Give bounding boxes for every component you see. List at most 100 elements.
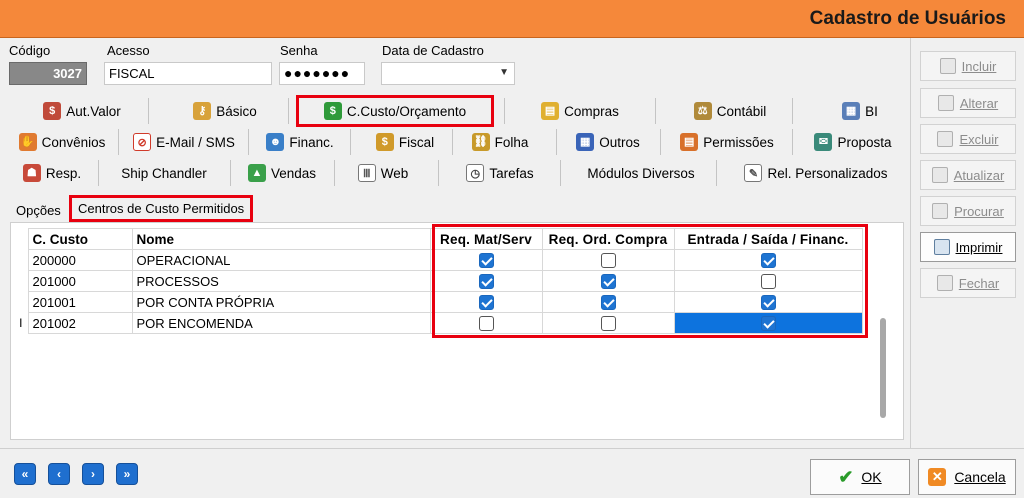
tab-label: Web (380, 165, 409, 181)
header-nome[interactable]: Nome (131, 228, 431, 250)
tab-separator (792, 129, 793, 155)
fechar-button[interactable]: Fechar (920, 268, 1016, 298)
handshake-icon: ✋ (18, 133, 37, 151)
senha-label: Senha (280, 43, 318, 58)
incluir-button[interactable]: Incluir (920, 51, 1016, 81)
excluir-button[interactable]: Excluir (920, 124, 1016, 154)
alterar-button[interactable]: Alterar (920, 88, 1016, 118)
header-ccusto[interactable]: C. Custo (27, 228, 133, 250)
tab-rel-personalizados[interactable]: ✎ Rel. Personalizados (738, 159, 894, 187)
cancel-icon: ✕ (928, 468, 947, 486)
tab-label: Módulos Diversos (587, 165, 695, 181)
atualizar-button[interactable]: Atualizar (920, 160, 1016, 190)
report-icon: ✎ (744, 164, 763, 182)
tab-proposta[interactable]: ✉ Proposta (808, 128, 898, 156)
tab-label: Resp. (45, 165, 82, 181)
delete-icon (937, 131, 954, 147)
codigo-label: Código (9, 43, 51, 58)
ok-label: OK (861, 469, 882, 485)
procurar-label: Procurar (954, 203, 1004, 219)
tab-separator (660, 129, 661, 155)
cell-ccusto: 201002 (27, 312, 133, 334)
tab-aut-valor[interactable]: $ Aut.Valor (22, 97, 142, 125)
grid-icon: ▦ (576, 133, 595, 151)
close-folder-icon (936, 275, 953, 291)
last-record-icon[interactable]: » (116, 463, 138, 485)
next-record-icon[interactable]: › (82, 463, 104, 485)
tab-separator (148, 98, 149, 124)
tab-financ[interactable]: ☻ Financ. (260, 128, 340, 156)
subtab-opcoes[interactable]: Opções (16, 203, 61, 218)
tab-folha[interactable]: ⛓ Folha (462, 128, 538, 156)
tab-label: Outros (599, 134, 640, 150)
sales-icon: ▲ (247, 164, 266, 182)
tab-resp[interactable]: ☗ Resp. (14, 159, 90, 187)
binoculars-icon (932, 203, 949, 219)
tab-label: Compras (564, 103, 619, 119)
tab-convenios[interactable]: ✋ Convênios (14, 128, 110, 156)
key-icon: ⚷ (193, 102, 212, 120)
fechar-label: Fechar (958, 275, 1000, 291)
clock-icon: ◷ (466, 164, 485, 182)
tab-permissoes[interactable]: ▤ Permissões (674, 128, 780, 156)
tab-ship-chandler[interactable]: Ship Chandler (110, 159, 218, 187)
excluir-label: Excluir (959, 131, 999, 147)
cell-ccusto: 201001 (27, 291, 133, 313)
tab-modulos-diversos[interactable]: Módulos Diversos (576, 159, 706, 187)
tab-label: Rel. Personalizados (767, 165, 888, 181)
senha-field[interactable]: ●●●●●●● (279, 62, 365, 85)
tab-vendas[interactable]: ▲ Vendas (240, 159, 324, 187)
tab-bi[interactable]: ▦ BI (830, 97, 890, 125)
coins-icon: $ (375, 133, 394, 151)
tab-basico[interactable]: ⚷ Básico (170, 97, 280, 125)
acesso-label: Acesso (107, 43, 150, 58)
procurar-button[interactable]: Procurar (920, 196, 1016, 226)
people-money-icon: ☻ (266, 133, 285, 151)
tab-compras[interactable]: ▤ Compras (530, 97, 630, 125)
row-indicator (14, 292, 28, 313)
cancel-button[interactable]: ✕ Cancela (918, 459, 1016, 495)
tab-contabil[interactable]: ⚖ Contábil (680, 97, 780, 125)
tab-web[interactable]: Ⅲ Web (350, 159, 416, 187)
cell-nome: PROCESSOS (131, 270, 431, 292)
tab-tarefas[interactable]: ◷ Tarefas (458, 159, 542, 187)
printer-icon (933, 239, 950, 255)
highlight-box-subtab (69, 195, 253, 222)
codigo-field[interactable]: 3027 (9, 62, 87, 85)
tab-label: Vendas (270, 165, 317, 181)
new-document-icon (939, 58, 956, 74)
tab-separator (248, 129, 249, 155)
building-icon: Ⅲ (357, 164, 376, 182)
incluir-label: Incluir (961, 58, 997, 74)
email-icon: ⊘ (133, 133, 152, 151)
window-title: Cadastro de Usuários (809, 8, 1006, 29)
tab-separator (230, 160, 231, 186)
tab-separator (716, 160, 717, 186)
tab-label: Contábil (716, 103, 767, 119)
tab-separator (438, 160, 439, 186)
acesso-field[interactable]: FISCAL (104, 62, 272, 85)
tab-label: Financ. (289, 134, 334, 150)
cell-nome: POR ENCOMENDA (131, 312, 431, 334)
data-cadastro-select[interactable]: ▼ (381, 62, 515, 85)
row-indicator-header (14, 229, 28, 250)
proposal-icon: ✉ (814, 133, 833, 151)
first-record-icon[interactable]: « (14, 463, 36, 485)
text-cursor-icon: I (19, 316, 23, 330)
row-indicator (14, 271, 28, 292)
previous-record-icon[interactable]: ‹ (48, 463, 70, 485)
tab-separator (98, 160, 99, 186)
imprimir-button[interactable]: Imprimir (920, 232, 1016, 262)
vertical-scrollbar[interactable] (880, 318, 886, 418)
row-indicator (14, 250, 28, 271)
tab-label: Aut.Valor (66, 103, 121, 119)
tab-separator (655, 98, 656, 124)
tab-fiscal[interactable]: $ Fiscal (368, 128, 442, 156)
chart-icon: ▦ (842, 102, 861, 120)
cell-ccusto: 200000 (27, 249, 133, 271)
tab-email-sms[interactable]: ⊘ E-Mail / SMS (128, 128, 240, 156)
tab-separator (350, 129, 351, 155)
ok-button[interactable]: ✔ OK (810, 459, 910, 495)
tab-outros[interactable]: ▦ Outros (570, 128, 646, 156)
refresh-icon (931, 167, 948, 183)
